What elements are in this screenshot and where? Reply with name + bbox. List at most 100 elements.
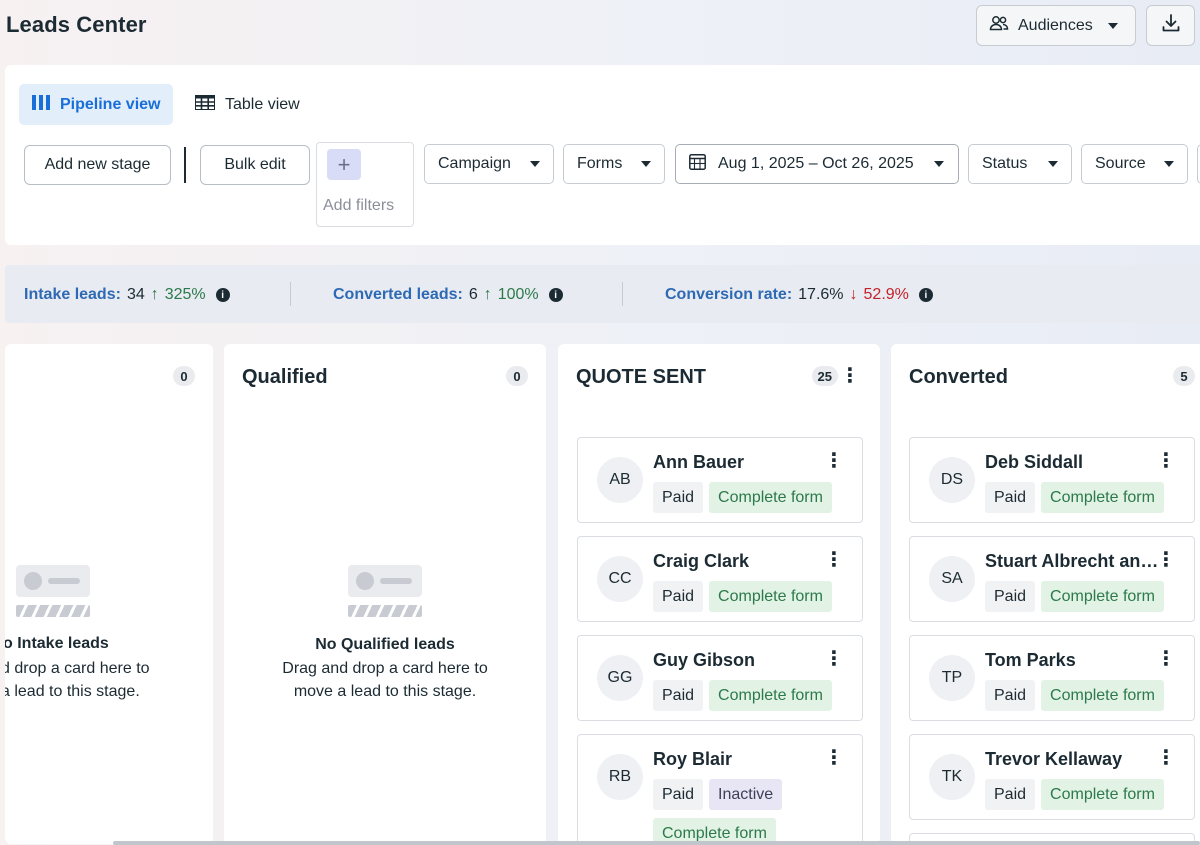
lead-name: Tom Parks bbox=[985, 650, 1076, 670]
columns-icon bbox=[32, 94, 50, 115]
chevron-down-icon bbox=[1164, 161, 1174, 167]
lead-card[interactable]: CC Craig Clark ⋮ Paid Complete form bbox=[577, 536, 863, 622]
empty-state-desc: d drop a card here to bbox=[5, 660, 150, 677]
source-dropdown[interactable]: Source bbox=[1081, 144, 1188, 184]
lead-name: Ann Bauer bbox=[653, 452, 745, 472]
column-intake: 0 o Intake leads d drop a card here to a… bbox=[5, 344, 213, 844]
more-vertical-icon[interactable]: ⋮ bbox=[824, 550, 844, 570]
tab-pipeline-view[interactable]: Pipeline view bbox=[19, 84, 173, 125]
tag-inactive: Inactive bbox=[709, 779, 783, 810]
dropdown-label: Status bbox=[982, 155, 1028, 172]
lead-name: Roy Blair bbox=[653, 749, 733, 769]
more-vertical-icon[interactable]: ⋮ bbox=[1156, 649, 1176, 669]
metric-change: 325% bbox=[164, 286, 206, 303]
more-vertical-icon[interactable]: ⋮ bbox=[1156, 748, 1176, 768]
metrics-bar: Intake leads: 34 ↑ 325% i Converted lead… bbox=[5, 265, 1200, 323]
dropdown-label: Campaign bbox=[438, 155, 511, 172]
tag-paid: Paid bbox=[653, 581, 704, 612]
count-badge: 0 bbox=[506, 366, 528, 386]
info-icon[interactable]: i bbox=[918, 288, 933, 302]
dropdown-label: Forms bbox=[577, 155, 623, 172]
more-vertical-icon[interactable]: ⋮ bbox=[840, 366, 860, 386]
lead-name: Stuart Albrecht an… bbox=[985, 551, 1159, 571]
more-vertical-icon[interactable]: ⋮ bbox=[1156, 451, 1176, 471]
date-range-picker[interactable]: Aug 1, 2025 – Oct 26, 2025 bbox=[675, 144, 959, 184]
header: Leads Center Audiences bbox=[0, 0, 1200, 60]
count-badge: 5 bbox=[1173, 366, 1195, 386]
column-title: Converted bbox=[909, 366, 1008, 388]
lead-name: Craig Clark bbox=[653, 551, 750, 571]
info-icon[interactable]: i bbox=[215, 288, 230, 302]
empty-state-title: No Qualified leads bbox=[315, 636, 455, 653]
add-filters-box: + Add filters bbox=[316, 142, 414, 227]
lead-card[interactable]: SA Stuart Albrecht an… ⋮ Paid Complete f… bbox=[909, 536, 1195, 622]
avatar: AB bbox=[597, 457, 643, 503]
download-button[interactable] bbox=[1146, 5, 1195, 46]
avatar: TK bbox=[929, 754, 975, 800]
plus-icon: + bbox=[337, 151, 351, 177]
lead-name: Deb Siddall bbox=[985, 452, 1084, 472]
metric-divider bbox=[622, 282, 623, 306]
more-vertical-icon[interactable]: ⋮ bbox=[1156, 550, 1176, 570]
date-range-label: Aug 1, 2025 – Oct 26, 2025 bbox=[718, 155, 914, 172]
column-qualified: Qualified 0 No Qualified leads Drag and … bbox=[224, 344, 546, 844]
metric-label: Conversion rate: bbox=[665, 286, 793, 303]
add-filter-button[interactable]: + bbox=[327, 149, 361, 180]
tag-complete-form: Complete form bbox=[1041, 482, 1164, 513]
lead-card[interactable]: AB Ann Bauer ⋮ Paid Complete form bbox=[577, 437, 863, 523]
lead-card[interactable]: TK Trevor Kellaway ⋮ Paid Complete form bbox=[909, 734, 1195, 820]
chevron-down-icon bbox=[530, 161, 540, 167]
lead-card[interactable]: GG Guy Gibson ⋮ Paid Complete form bbox=[577, 635, 863, 721]
metric-value: 34 bbox=[126, 286, 145, 303]
status-dropdown[interactable]: Status bbox=[968, 144, 1072, 184]
avatar: RB bbox=[597, 754, 643, 800]
converted-leads-metric: Converted leads: 6 ↑ 100% i bbox=[333, 286, 563, 304]
metric-divider bbox=[290, 282, 291, 306]
campaign-dropdown[interactable]: Campaign bbox=[424, 144, 554, 184]
lead-card[interactable]: RB Roy Blair ⋮ Paid Inactive Complete fo… bbox=[577, 734, 863, 844]
forms-dropdown[interactable]: Forms bbox=[563, 144, 665, 184]
lead-card[interactable]: DS Deb Siddall ⋮ Paid Complete form bbox=[909, 437, 1195, 523]
tag-complete-form: Complete form bbox=[709, 482, 832, 513]
audiences-button[interactable]: Audiences bbox=[976, 5, 1136, 46]
add-filters-label: Add filters bbox=[323, 197, 395, 214]
more-vertical-icon[interactable]: ⋮ bbox=[824, 748, 844, 768]
arrow-up-icon: ↑ bbox=[483, 286, 492, 303]
column-quote-sent: QUOTE SENT 25 ⋮ AB Ann Bauer ⋮ Paid Comp… bbox=[558, 344, 880, 844]
tag-complete-form: Complete form bbox=[1041, 581, 1164, 612]
arrow-up-icon: ↑ bbox=[150, 286, 159, 303]
add-new-stage-button[interactable]: Add new stage bbox=[24, 145, 171, 185]
metric-value: 6 bbox=[468, 286, 478, 303]
empty-state-title: o Intake leads bbox=[5, 635, 109, 652]
lead-name: Trevor Kellaway bbox=[985, 749, 1123, 769]
avatar: CC bbox=[597, 556, 643, 602]
info-icon[interactable]: i bbox=[548, 288, 563, 302]
metric-value: 17.6% bbox=[798, 286, 844, 303]
lead-name: Guy Gibson bbox=[653, 650, 756, 670]
toolbar-panel: Pipeline view Table view Add new stage B… bbox=[5, 65, 1200, 245]
calendar-icon bbox=[689, 153, 706, 175]
lead-card[interactable]: TP Tom Parks ⋮ Paid Complete form bbox=[909, 635, 1195, 721]
tab-table-view[interactable]: Table view bbox=[195, 84, 300, 125]
metric-label: Intake leads: bbox=[24, 286, 121, 303]
more-vertical-icon[interactable]: ⋮ bbox=[824, 451, 844, 471]
page-title: Leads Center bbox=[6, 12, 147, 37]
horizontal-scrollbar[interactable] bbox=[113, 841, 1200, 845]
table-icon bbox=[195, 94, 215, 115]
chevron-down-icon bbox=[641, 161, 651, 167]
tag-complete-form: Complete form bbox=[1041, 779, 1164, 810]
more-vertical-icon[interactable]: ⋮ bbox=[824, 649, 844, 669]
tag-complete-form: Complete form bbox=[1041, 680, 1164, 711]
empty-state-desc: a lead to this stage. bbox=[5, 683, 140, 700]
column-converted: Converted 5 DS Deb Siddall ⋮ Paid Comple… bbox=[891, 344, 1200, 844]
column-title: QUOTE SENT bbox=[576, 366, 707, 388]
conversion-rate-metric: Conversion rate: 17.6% ↓ 52.9% i bbox=[665, 286, 933, 304]
tab-label: Table view bbox=[225, 95, 300, 113]
bulk-edit-button[interactable]: Bulk edit bbox=[200, 145, 310, 185]
chevron-down-icon bbox=[933, 161, 944, 167]
arrow-down-icon: ↓ bbox=[849, 286, 858, 303]
metric-label: Converted leads: bbox=[333, 286, 463, 303]
empty-state-illustration bbox=[348, 565, 422, 619]
metric-change: 52.9% bbox=[863, 286, 909, 303]
avatar: GG bbox=[597, 655, 643, 701]
